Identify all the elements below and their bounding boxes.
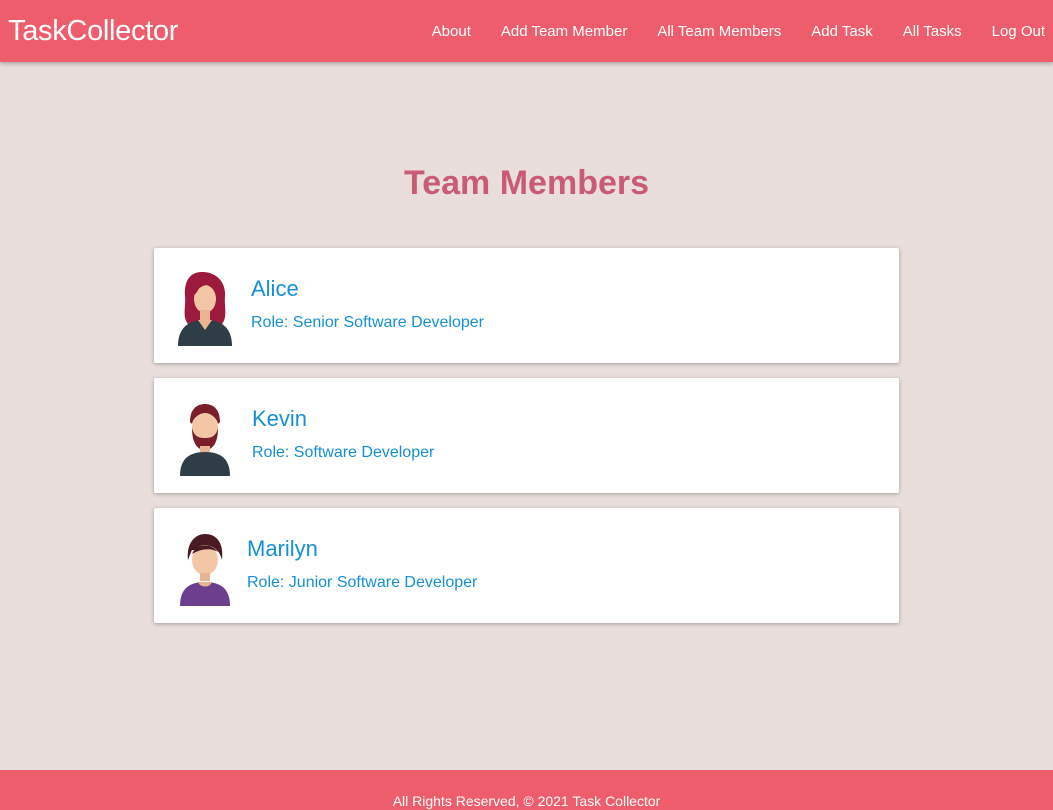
page-title: Team Members [403,164,650,202]
nav-log-out[interactable]: Log Out [992,23,1045,40]
team-member-list: Alice Role: Senior Software Developer Ke… [154,248,899,638]
team-member-card-alice[interactable]: Alice Role: Senior Software Developer [154,248,899,363]
nav-links: About Add Team Member All Team Members A… [402,23,1045,40]
nav-add-task[interactable]: Add Task [811,23,872,40]
nav-all-team-members[interactable]: All Team Members [657,23,781,40]
bearded-male-avatar-icon [180,404,230,476]
nav-all-tasks[interactable]: All Tasks [903,23,962,40]
member-name[interactable]: Alice [251,276,484,302]
footer-copyright: All Rights Reserved, © 2021 Task Collect… [392,793,661,809]
page-footer: All Rights Reserved, © 2021 Task Collect… [0,770,1053,810]
team-member-card-kevin[interactable]: Kevin Role: Software Developer [154,378,899,493]
top-navbar: TaskCollector About Add Team Member All … [0,0,1053,62]
member-role: Role: Software Developer [252,444,435,461]
brand-logo-link[interactable]: TaskCollector [8,15,178,48]
female-avatar-icon [178,272,232,346]
nav-about[interactable]: About [432,23,471,40]
short-hair-avatar-icon [180,534,230,606]
member-name[interactable]: Marilyn [247,536,477,562]
member-name[interactable]: Kevin [252,406,434,432]
member-info: Marilyn Role: Junior Software Developer [247,536,477,592]
nav-add-team-member[interactable]: Add Team Member [501,23,627,40]
member-role: Role: Senior Software Developer [251,314,485,331]
member-info: Alice Role: Senior Software Developer [251,276,484,332]
member-role: Role: Junior Software Developer [247,574,478,591]
member-info: Kevin Role: Software Developer [252,406,434,462]
team-member-card-marilyn[interactable]: Marilyn Role: Junior Software Developer [154,508,899,623]
